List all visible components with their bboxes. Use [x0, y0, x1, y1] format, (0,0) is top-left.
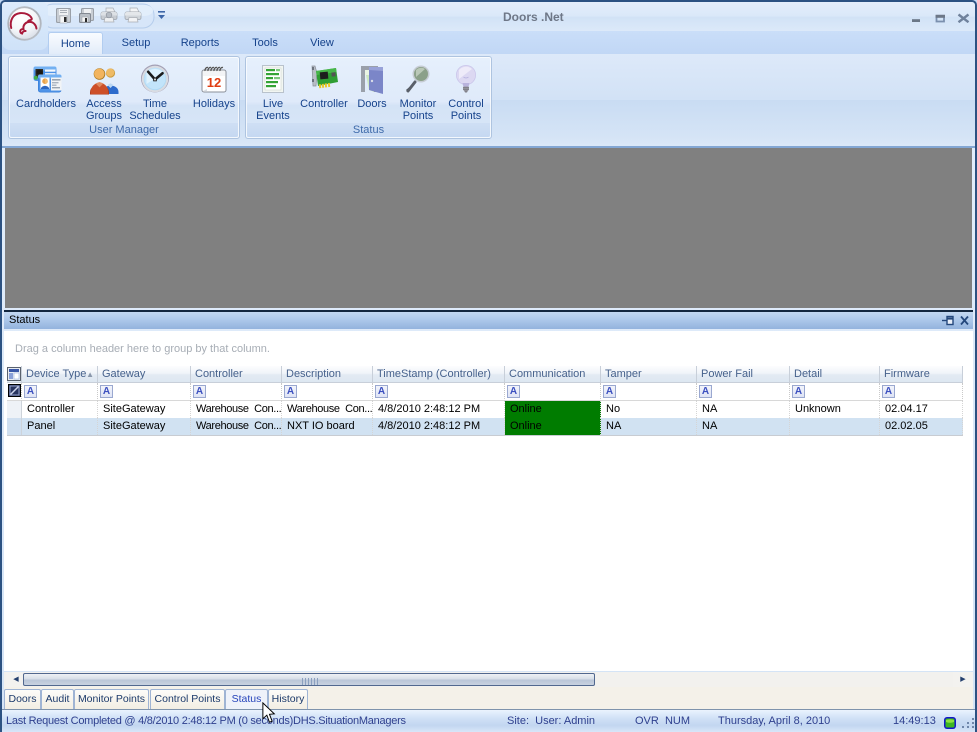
svg-text:12: 12 [207, 75, 221, 90]
